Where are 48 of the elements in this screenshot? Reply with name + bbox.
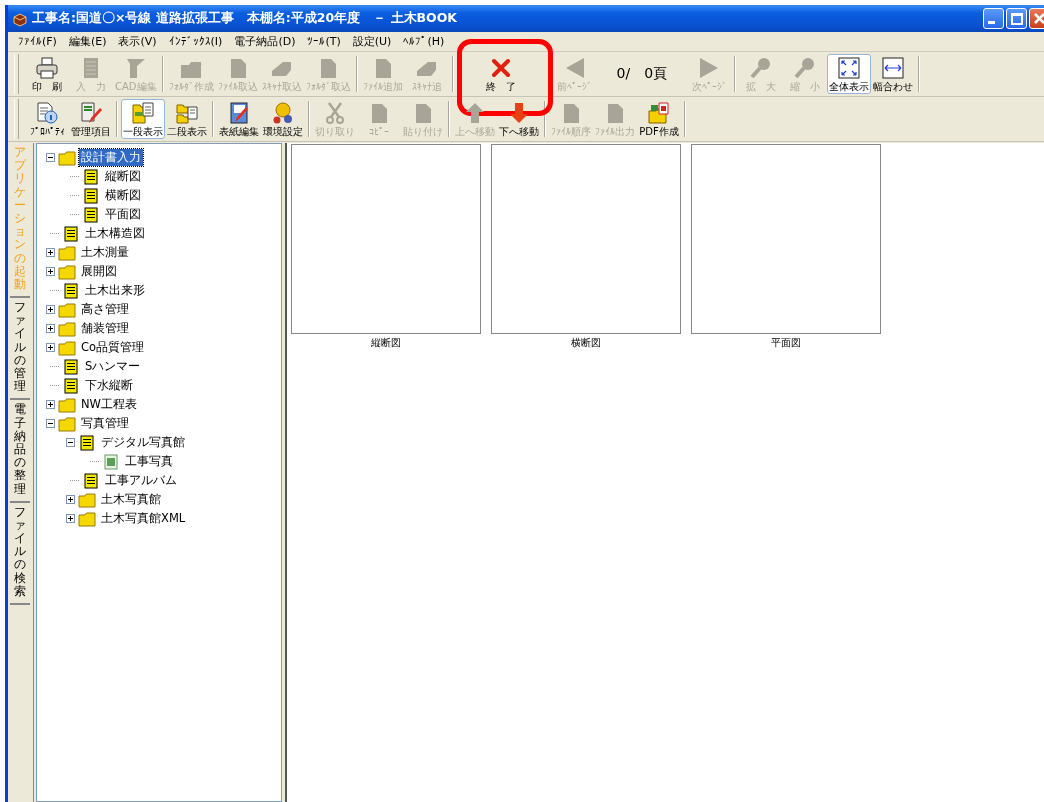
toolbar-button[interactable]: 全体表示 (827, 54, 872, 94)
side-tab[interactable]: ファイルの検索 (10, 502, 30, 605)
toolbar-button[interactable]: 終 了 (478, 54, 523, 94)
toolbar-button[interactable]: 一段表示 (121, 99, 165, 139)
toolbar-button[interactable]: 下へ移動 (497, 99, 541, 139)
tree-item[interactable]: 高さ管理 (79, 301, 131, 318)
tree-item[interactable]: デジタル写真館 (99, 434, 187, 451)
toolbar-button[interactable]: 印 刷 (25, 54, 69, 94)
tree-item[interactable]: 土木写真館 (99, 491, 163, 508)
tree-item[interactable]: 平面図 (103, 206, 143, 223)
tree-item[interactable]: Sハンマー (83, 358, 143, 375)
menu-item[interactable]: 編集(E) (62, 33, 113, 50)
page-counter: 0/ 0頁 (615, 64, 669, 83)
toolbar-button[interactable]: 幅合わせ (871, 54, 916, 94)
toolbar-button[interactable]: 管理項目 (69, 99, 113, 139)
tree-item[interactable]: Co品質管理 (79, 339, 147, 356)
thumbnail-caption: 平面図 (771, 336, 801, 350)
tree-item[interactable]: 横断図 (103, 187, 143, 204)
tree-item[interactable]: 工事写真 (123, 453, 175, 470)
side-tab[interactable]: 電子納品の整理 (10, 400, 30, 503)
tree-item[interactable]: 土木写真館XML (99, 510, 188, 527)
tree-item[interactable]: 舗装管理 (79, 320, 131, 337)
tree-item[interactable]: 縦断図 (103, 168, 143, 185)
tree-item[interactable]: NW工程表 (79, 396, 139, 413)
menu-item[interactable]: ﾌｧｲﾙ(F) (12, 34, 63, 49)
toolbar-button[interactable]: PDF作成 (637, 99, 681, 139)
menu-item[interactable]: ﾂｰﾙ(T) (301, 34, 347, 49)
menu-item[interactable]: 電子納品(D) (228, 33, 302, 50)
toolbar-button[interactable]: 二段表示 (165, 99, 209, 139)
tree-item[interactable]: 下水縦断 (83, 377, 135, 394)
toolbar-button[interactable]: 表紙編集 (217, 99, 261, 139)
tree-item[interactable]: 土木出来形 (83, 282, 147, 299)
tree-item[interactable]: 工事アルバム (103, 472, 179, 489)
menu-item[interactable]: 表示(V) (112, 33, 163, 50)
menu-item[interactable]: 設定(U) (346, 33, 398, 50)
tree-item[interactable]: 写真管理 (79, 415, 131, 432)
thumbnail-caption: 横断図 (571, 336, 601, 350)
tree-item[interactable]: 展開図 (79, 263, 119, 280)
side-tab[interactable]: ファイルの管理 (10, 298, 30, 401)
menu-item[interactable]: ｲﾝﾃﾞｯｸｽ(I) (162, 34, 229, 49)
tree-item[interactable]: 土木構造図 (83, 225, 147, 242)
toolbar-button[interactable]: 環境設定 (261, 99, 305, 139)
menu-item[interactable]: ﾍﾙﾌﾟ(H) (397, 34, 451, 49)
tree-item[interactable]: 設計書入力 (79, 149, 143, 166)
tree-item[interactable]: 土木測量 (79, 244, 131, 261)
window-title: 工事名:国道〇×号線 道路拡張工事 本棚名:平成20年度 － 土木BOOK (32, 10, 459, 27)
thumbnail-caption: 縦断図 (371, 336, 401, 350)
toolbar-button[interactable]: ﾌﾟﾛﾊﾟﾃｨ (25, 99, 69, 139)
